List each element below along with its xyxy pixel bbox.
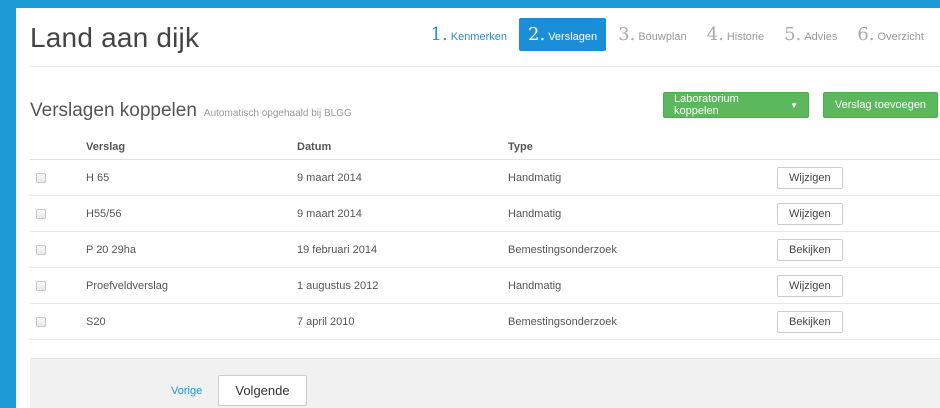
edit-button[interactable]: Wijzigen bbox=[777, 202, 843, 225]
link-laboratory-label: Laboratorium koppelen bbox=[674, 93, 739, 117]
column-header-type: Type bbox=[508, 140, 533, 153]
step-number: 3. bbox=[618, 24, 636, 45]
table-header: Verslag Datum Type bbox=[30, 134, 940, 160]
section-subtitle: Automatisch opgehaald bij BLGG bbox=[203, 108, 352, 119]
cell-datum: 9 maart 2014 bbox=[297, 207, 362, 220]
cell-verslag: S20 bbox=[86, 315, 106, 328]
cell-type: Handmatig bbox=[508, 279, 562, 292]
step-historie[interactable]: 4. Historie bbox=[699, 18, 772, 51]
cell-verslag: P 20 29ha bbox=[86, 243, 136, 256]
step-label: Historie bbox=[726, 31, 765, 43]
cell-datum: 7 april 2010 bbox=[297, 315, 355, 328]
previous-link[interactable]: Vorige bbox=[171, 385, 202, 397]
step-bouwplan[interactable]: 3. Bouwplan bbox=[610, 18, 695, 51]
row-checkbox[interactable] bbox=[36, 244, 46, 255]
step-label: Advies bbox=[804, 31, 838, 43]
step-number: 6. bbox=[857, 24, 875, 45]
page-title: Land aan dijk bbox=[30, 22, 200, 53]
cell-verslag: H55/56 bbox=[86, 207, 122, 220]
cell-datum: 9 maart 2014 bbox=[297, 171, 362, 184]
row-checkbox[interactable] bbox=[36, 316, 46, 327]
step-advies[interactable]: 5. Advies bbox=[776, 18, 845, 51]
caret-down-icon: ▼ bbox=[790, 100, 798, 110]
cell-datum: 1 augustus 2012 bbox=[297, 279, 379, 292]
pagination-bar: Vorige Volgende bbox=[30, 358, 940, 408]
table-row: H55/56 9 maart 2014 Handmatig Wijzigen bbox=[30, 196, 940, 232]
cell-verslag: Proefveldverslag bbox=[86, 279, 168, 292]
cell-datum: 19 februari 2014 bbox=[297, 243, 378, 256]
row-checkbox[interactable] bbox=[36, 280, 46, 291]
row-checkbox[interactable] bbox=[36, 208, 46, 219]
header-divider bbox=[30, 66, 940, 67]
step-number: 5. bbox=[784, 24, 802, 45]
step-kenmerken[interactable]: 1. Kenmerken bbox=[423, 18, 515, 51]
app-window: Land aan dijk 1. Kenmerken 2. Verslagen … bbox=[16, 8, 940, 408]
step-number: 4. bbox=[706, 24, 724, 45]
link-laboratory-button[interactable]: Laboratorium koppelen ▼ bbox=[663, 92, 809, 118]
table-row: S20 7 april 2010 Bemestingsonderzoek Bek… bbox=[30, 304, 940, 340]
column-header-datum: Datum bbox=[297, 140, 332, 153]
cell-type: Handmatig bbox=[508, 207, 562, 220]
step-label: Bouwplan bbox=[638, 31, 687, 43]
cell-type: Bemestingsonderzoek bbox=[508, 243, 617, 256]
step-number: 2. bbox=[528, 24, 546, 45]
cell-verslag: H 65 bbox=[86, 171, 110, 184]
next-button[interactable]: Volgende bbox=[218, 375, 307, 406]
step-label: Verslagen bbox=[548, 31, 598, 43]
step-overzicht[interactable]: 6. Overzicht bbox=[849, 18, 932, 51]
section-title: Verslagen koppelen bbox=[30, 100, 197, 121]
table-row: P 20 29ha 19 februari 2014 Bemestingsond… bbox=[30, 232, 940, 268]
step-verslagen[interactable]: 2. Verslagen bbox=[519, 18, 607, 51]
column-header-verslag: Verslag bbox=[86, 140, 126, 153]
table-row: Proefveldverslag 1 augustus 2012 Handmat… bbox=[30, 268, 940, 304]
wizard-steps: 1. Kenmerken 2. Verslagen 3. Bouwplan 4.… bbox=[419, 18, 932, 51]
table-row: H 65 9 maart 2014 Handmatig Wijzigen bbox=[30, 160, 940, 196]
cell-type: Handmatig bbox=[508, 171, 562, 184]
row-checkbox[interactable] bbox=[36, 172, 46, 183]
view-button[interactable]: Bekijken bbox=[777, 238, 843, 261]
step-label: Overzicht bbox=[877, 31, 924, 43]
step-number: 1. bbox=[430, 24, 448, 45]
edit-button[interactable]: Wijzigen bbox=[777, 274, 843, 297]
step-label: Kenmerken bbox=[450, 31, 507, 43]
edit-button[interactable]: Wijzigen bbox=[777, 166, 843, 189]
section-heading: Verslagen koppelen Automatisch opgehaald… bbox=[30, 100, 352, 122]
view-button[interactable]: Bekijken bbox=[777, 310, 843, 333]
reports-table: Verslag Datum Type H 65 9 maart 2014 Han… bbox=[30, 134, 940, 340]
add-report-button[interactable]: Verslag toevoegen bbox=[823, 92, 938, 118]
cell-type: Bemestingsonderzoek bbox=[508, 315, 617, 328]
